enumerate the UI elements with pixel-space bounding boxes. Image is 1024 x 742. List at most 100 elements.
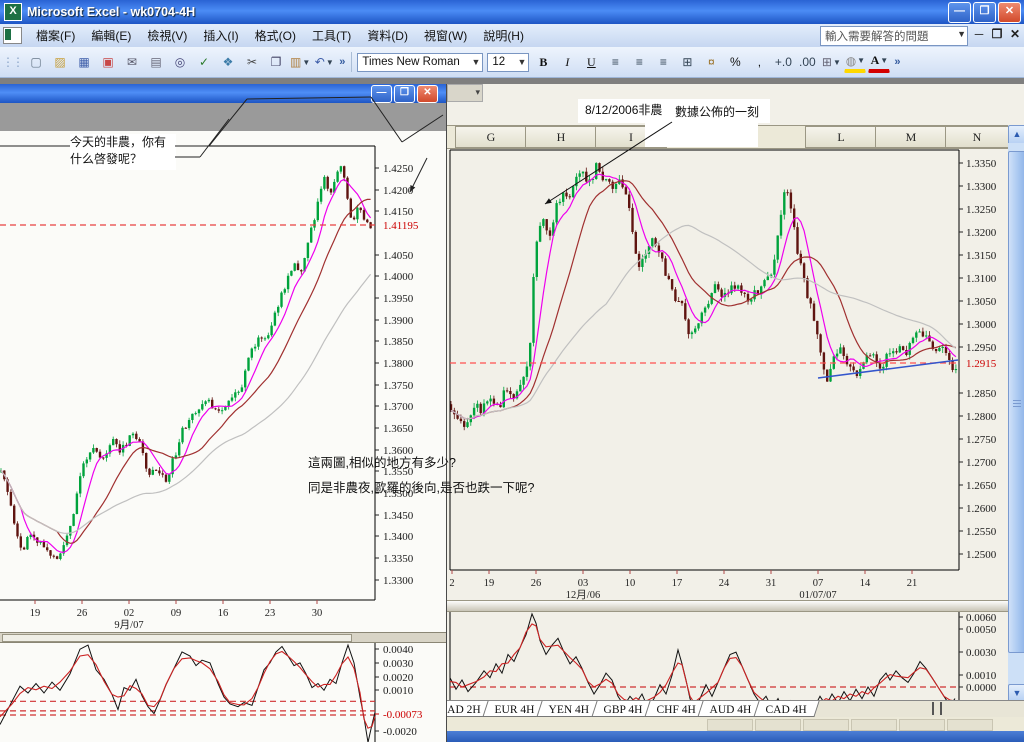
svg-text:26: 26 (531, 578, 542, 589)
save-icon[interactable]: ▦ (73, 51, 95, 73)
lower-strip (447, 717, 1024, 731)
scrollbar-thumb[interactable] (1008, 151, 1024, 653)
question-annotation-1: 這兩圖,相似的地方有多少? (308, 452, 456, 471)
svg-text:1.2700: 1.2700 (966, 457, 997, 469)
align-right-button[interactable]: ≡ (652, 51, 674, 73)
svg-text:09: 09 (171, 608, 182, 619)
minimize-button[interactable]: — (948, 2, 971, 23)
svg-text:0.0000: 0.0000 (966, 682, 997, 694)
copy-icon[interactable]: ❐ (265, 51, 287, 73)
svg-text:0.0020: 0.0020 (383, 672, 414, 684)
svg-text:1.3000: 1.3000 (966, 319, 997, 331)
chevron-down-icon[interactable]: ▼ (833, 58, 841, 67)
workbook-restore-button[interactable]: ❐ (990, 27, 1004, 41)
merge-center-button[interactable]: ⊞ (676, 51, 698, 73)
question-input[interactable]: 輸入需要解答的問題 ▼ (820, 26, 968, 46)
permission-icon[interactable]: ▣ (97, 51, 119, 73)
chevron-down-icon[interactable]: ▼ (880, 56, 888, 65)
svg-text:1.4250: 1.4250 (383, 163, 414, 175)
mail-icon[interactable]: ✉ (121, 51, 143, 73)
svg-text:02: 02 (124, 608, 135, 619)
scroll-up-icon[interactable]: ▲ (1008, 125, 1024, 145)
chevron-down-icon[interactable]: ▼ (857, 56, 865, 65)
open-file-icon[interactable]: ▨ (49, 51, 71, 73)
undo-icon[interactable]: ↶▼ (313, 51, 335, 73)
spelling-icon[interactable]: ✓ (193, 51, 215, 73)
workbook-icon (3, 27, 22, 44)
comma-style-button[interactable]: , (748, 51, 770, 73)
borders-button[interactable]: ⊞▼ (820, 51, 842, 73)
bottom-blue-strip (447, 731, 1024, 742)
menu-item-8[interactable]: 說明(H) (475, 24, 532, 47)
chevron-down-icon[interactable]: ▼ (957, 29, 966, 39)
callout-line1: 今天的非農，你有 (70, 134, 176, 151)
svg-text:1.3800: 1.3800 (383, 358, 414, 370)
svg-text:1.3100: 1.3100 (966, 273, 997, 285)
percent-style-button[interactable]: % (724, 51, 746, 73)
svg-text:9月/07: 9月/07 (114, 619, 143, 631)
svg-text:1.2750: 1.2750 (966, 434, 997, 446)
paste-icon[interactable]: ▥▼ (289, 51, 311, 73)
font-size-select[interactable]: 12 ▼ (487, 53, 529, 72)
font-name-select[interactable]: Times New Roman ▼ (357, 53, 483, 72)
svg-text:-0.00073: -0.00073 (383, 709, 423, 721)
horizontal-scrollbar[interactable] (0, 632, 446, 643)
chevron-down-icon[interactable]: ▼ (326, 58, 334, 67)
svg-text:1.2650: 1.2650 (966, 480, 997, 492)
svg-text:1.3050: 1.3050 (966, 296, 997, 308)
menu-item-5[interactable]: 工具(T) (304, 24, 359, 47)
menu-item-2[interactable]: 檢視(V) (139, 24, 195, 47)
chevron-down-icon[interactable]: ▼ (302, 58, 310, 67)
svg-text:1.3950: 1.3950 (383, 293, 414, 305)
restore-button[interactable]: ❐ (973, 2, 996, 23)
svg-text:31: 31 (766, 578, 777, 589)
decrease-decimal-button[interactable]: .00 (796, 51, 818, 73)
menu-item-0[interactable]: 檔案(F) (28, 24, 83, 47)
workbook-close-button[interactable]: ✕ (1008, 27, 1022, 41)
svg-text:0.0060: 0.0060 (966, 612, 997, 624)
scrollbar-thumb[interactable] (2, 634, 352, 642)
menu-item-7[interactable]: 視窗(W) (416, 24, 475, 47)
sheet-tab-cad-4h[interactable]: CAD 4H (753, 701, 819, 717)
new-file-icon[interactable]: ▢ (25, 51, 47, 73)
right-chart-canvas: 1.33501.33001.32501.32001.31501.31001.30… (447, 84, 1024, 742)
svg-text:1.2500: 1.2500 (966, 549, 997, 561)
print-icon[interactable]: ▤ (145, 51, 167, 73)
question-placeholder: 輸入需要解答的問題 (825, 31, 929, 43)
currency-style-button[interactable]: ¤ (700, 51, 722, 73)
increase-decimal-button[interactable]: +.0 (772, 51, 794, 73)
toolbar-options2-icon[interactable]: » (894, 56, 900, 68)
workbook-minimize-button[interactable]: ─ (972, 27, 986, 41)
pane-splitter[interactable] (447, 600, 1008, 612)
tab-splitter[interactable] (932, 702, 942, 715)
bold-button[interactable]: B (532, 51, 554, 73)
svg-text:1.3750: 1.3750 (383, 380, 414, 392)
svg-text:1.3150: 1.3150 (966, 250, 997, 262)
menu-item-3[interactable]: 插入(I) (195, 24, 246, 47)
cut-icon[interactable]: ✂ (241, 51, 263, 73)
menu-item-6[interactable]: 資料(D) (359, 24, 416, 47)
svg-text:07: 07 (813, 578, 824, 589)
italic-button[interactable]: I (556, 51, 578, 73)
fill-color-button[interactable]: ◍▼ (844, 52, 866, 73)
svg-text:1.3650: 1.3650 (383, 423, 414, 435)
underline-button[interactable]: U (580, 51, 602, 73)
svg-text:26: 26 (77, 608, 88, 619)
menu-item-1[interactable]: 編輯(E) (83, 24, 139, 47)
svg-text:1.3250: 1.3250 (966, 204, 997, 216)
align-left-button[interactable]: ≡ (604, 51, 626, 73)
align-center-button[interactable]: ≡ (628, 51, 650, 73)
vertical-scrollbar[interactable] (1008, 143, 1024, 700)
menu-item-4[interactable]: 格式(O) (247, 24, 304, 47)
research-icon[interactable]: ❖ (217, 51, 239, 73)
svg-text:1.4200: 1.4200 (383, 185, 414, 197)
toolbar-handle[interactable]: ⋮⋮ (2, 55, 22, 69)
svg-text:1.3350: 1.3350 (966, 158, 997, 170)
toolbar-options-icon[interactable]: » (339, 56, 345, 68)
svg-text:1.3400: 1.3400 (383, 531, 414, 543)
print-preview-icon[interactable]: ◎ (169, 51, 191, 73)
close-button[interactable]: ✕ (998, 2, 1021, 23)
font-color-button[interactable]: A▼ (868, 52, 890, 73)
svg-text:1.3450: 1.3450 (383, 510, 414, 522)
window-title: Microsoft Excel - wk0704-4H (27, 5, 195, 19)
